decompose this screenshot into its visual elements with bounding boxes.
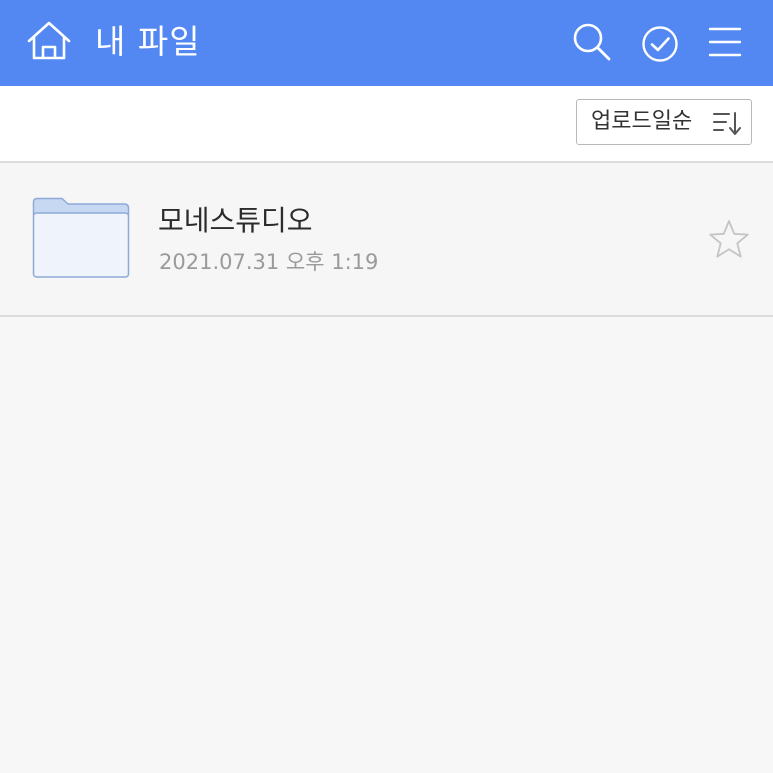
sort-descending-icon: [713, 112, 741, 135]
check-circle-icon: [642, 26, 678, 62]
folder-icon: [32, 197, 130, 278]
file-list: 모네스튜디오 2021.07.31 오후 1:19: [0, 163, 773, 317]
star-icon: [709, 220, 749, 258]
home-button[interactable]: [26, 20, 72, 62]
search-button[interactable]: [572, 22, 612, 62]
file-date: 2021.07.31 오후 1:19: [159, 250, 379, 274]
menu-button[interactable]: [708, 25, 742, 59]
sort-button[interactable]: 업로드일순: [576, 99, 752, 145]
file-list-item[interactable]: 모네스튜디오 2021.07.31 오후 1:19: [0, 163, 773, 317]
file-name: 모네스튜디오: [158, 204, 313, 237]
page-title: 내 파일: [95, 22, 201, 61]
app-header: 내 파일: [0, 0, 773, 86]
sort-label: 업로드일순: [591, 109, 693, 134]
select-mode-button[interactable]: [641, 25, 679, 63]
search-icon: [573, 23, 611, 61]
sort-toolbar: 업로드일순: [0, 86, 773, 163]
menu-icon: [708, 27, 742, 57]
favorite-button[interactable]: [708, 219, 750, 259]
home-icon: [27, 21, 71, 60]
